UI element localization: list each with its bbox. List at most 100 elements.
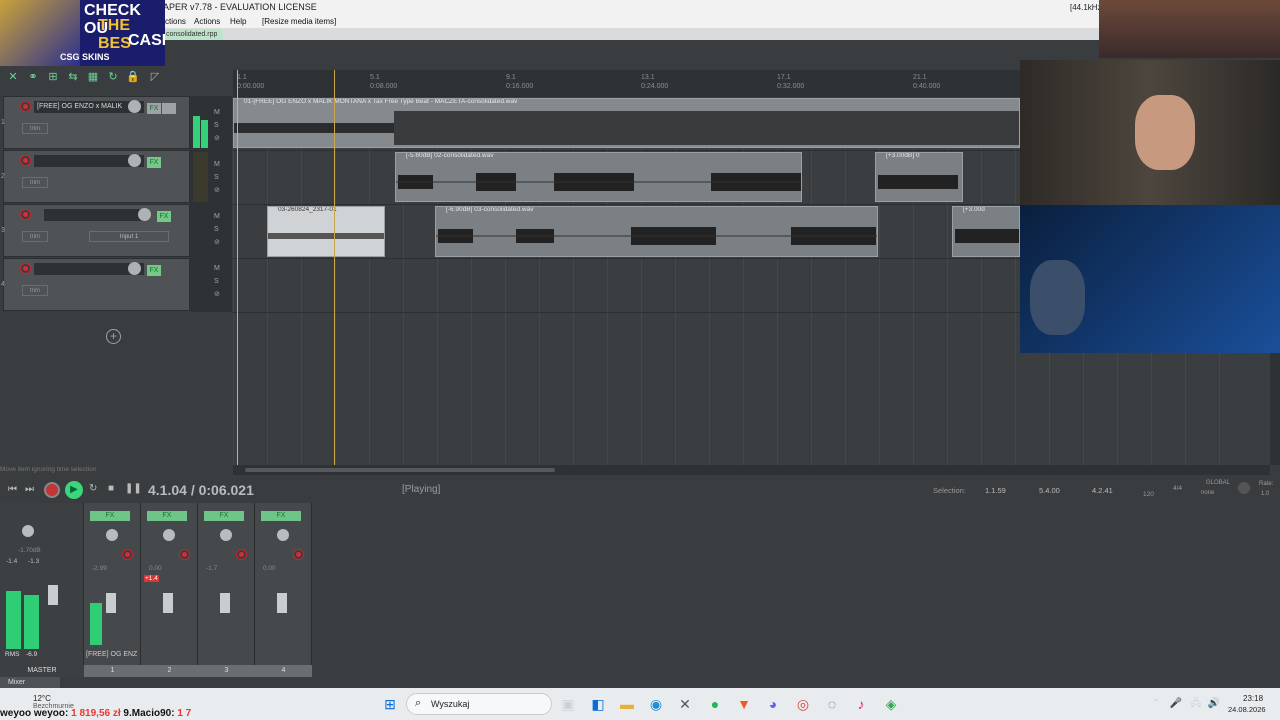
media-item-selected[interactable]: 03-260824_2317-01 — [267, 206, 385, 257]
input-select[interactable]: Input 1 — [89, 231, 169, 242]
master-fader[interactable] — [48, 585, 58, 605]
tempo[interactable]: 120 — [1143, 491, 1154, 498]
tiktok-icon[interactable]: ♪ — [851, 694, 871, 714]
record-arm-button[interactable] — [20, 209, 31, 220]
track-4[interactable]: 4 FX trim — [1, 258, 190, 311]
trim-button[interactable]: trim — [22, 123, 48, 134]
pan-knob[interactable] — [106, 529, 118, 541]
fx-button[interactable]: FX — [261, 511, 301, 521]
windows-start-icon[interactable]: ⊞ — [380, 694, 400, 714]
volume-fader[interactable] — [106, 593, 116, 613]
menu-actions[interactable]: Actions — [194, 17, 220, 26]
record-arm-button[interactable] — [20, 101, 31, 112]
add-track-icon[interactable]: + — [106, 329, 121, 344]
reaper-icon[interactable]: ◈ — [881, 694, 901, 714]
selection-end[interactable]: 5.4.00 — [1039, 486, 1060, 495]
record-arm-button[interactable] — [179, 549, 190, 560]
trim-button[interactable]: trim — [22, 285, 48, 296]
record-arm-button[interactable] — [293, 549, 304, 560]
pan-knob[interactable] — [277, 529, 289, 541]
selection-start[interactable]: 1.1.59 — [985, 486, 1006, 495]
track-3[interactable]: 3 FX trim Input 1 — [1, 204, 190, 257]
volume-icon[interactable]: 🔊 — [1204, 694, 1224, 714]
edge-icon[interactable]: ◉ — [646, 694, 666, 714]
folder-icon[interactable]: ▬ — [617, 694, 637, 714]
network-icon[interactable]: 🖧 — [1186, 694, 1206, 714]
pan-knob[interactable] — [163, 529, 175, 541]
time-signature[interactable]: 4/4 — [1173, 485, 1182, 492]
discord-icon[interactable]: ◕ — [763, 694, 783, 714]
stop-button[interactable]: ■ — [108, 483, 114, 494]
chrome-icon[interactable]: ◎ — [793, 694, 813, 714]
media-item[interactable]: [-6.90dB] 03-consolidated.wav — [435, 206, 878, 257]
trim-button[interactable]: trim — [22, 177, 48, 188]
env-button[interactable] — [162, 103, 176, 114]
task-view-icon[interactable]: ▣ — [558, 694, 578, 714]
track-1[interactable]: 1 [FREE] OG ENZO x MALIK FX trim — [1, 96, 190, 149]
automation-mode[interactable]: none — [1201, 490, 1214, 496]
rate-value[interactable]: 1.0 — [1261, 491, 1269, 497]
snap-icon[interactable]: ⊞ — [46, 70, 60, 84]
rate-knob[interactable] — [1238, 482, 1250, 494]
grid-lines-icon[interactable]: ▦ — [86, 70, 100, 84]
record-button[interactable] — [44, 482, 60, 498]
tray-chevron-icon[interactable]: ⌃ — [1146, 694, 1166, 714]
loop-icon[interactable]: ↻ — [106, 70, 120, 84]
media-item[interactable]: 01-[FREE] OG ENZO x MALIK MONTANA x Tax … — [233, 98, 1020, 148]
microphone-icon[interactable]: 🎤 — [1166, 694, 1186, 714]
grid-icon[interactable]: ✕ — [6, 70, 20, 84]
media-item[interactable]: [+3.00dB] 0 — [875, 152, 963, 202]
obs-icon[interactable]: ◌ — [822, 694, 842, 714]
ripple-icon[interactable]: ⇆ — [66, 70, 80, 84]
link-icon[interactable]: ⚭ — [26, 70, 40, 84]
volume-fader[interactable] — [277, 593, 287, 613]
volume-fader[interactable] — [220, 593, 230, 613]
play-button[interactable]: ▶ — [65, 481, 83, 499]
project-tab[interactable]: consolidated.rpp — [160, 29, 224, 40]
media-item[interactable]: [-5.60dB] 02-consolidated.wav — [395, 152, 802, 202]
fx-button[interactable]: FX — [147, 265, 161, 276]
envelope-icon[interactable]: ◸ — [148, 70, 162, 84]
pan-knob[interactable] — [220, 529, 232, 541]
search-box[interactable]: ⌕ Wyszukaj — [406, 693, 552, 715]
volume-knob[interactable] — [138, 208, 151, 221]
go-start-icon[interactable]: ⏮ — [8, 484, 17, 495]
clock-date[interactable]: 24.08.2026 — [1228, 705, 1266, 714]
volume-knob[interactable] — [128, 262, 141, 275]
store-icon[interactable]: ◧ — [588, 694, 608, 714]
go-end-icon[interactable]: ⏭ — [25, 484, 34, 495]
repeat-icon[interactable]: ↻ — [89, 483, 97, 494]
volume-knob[interactable] — [128, 100, 141, 113]
record-arm-button[interactable] — [20, 155, 31, 166]
fx-button[interactable]: FX — [157, 211, 171, 222]
menu-help[interactable]: Help — [230, 17, 246, 26]
horizontal-scrollbar[interactable] — [233, 465, 1270, 475]
xbox-icon[interactable]: ✕ — [675, 694, 695, 714]
track-2[interactable]: 2 FX trim — [1, 150, 190, 203]
menu-options[interactable]: ctions — [165, 17, 186, 26]
fx-button[interactable]: FX — [147, 157, 161, 168]
fx-button[interactable]: FX — [147, 103, 161, 114]
track-name[interactable] — [44, 209, 144, 221]
fx-button[interactable]: FX — [90, 511, 130, 521]
spotify-icon[interactable]: ● — [705, 694, 725, 714]
record-arm-button[interactable] — [236, 549, 247, 560]
fx-button[interactable]: FX — [147, 511, 187, 521]
pause-button[interactable]: ❚❚ — [125, 483, 142, 494]
record-arm-button[interactable] — [122, 549, 133, 560]
menu-resize-items[interactable]: [Resize media items] — [262, 17, 336, 26]
master-pan-knob[interactable] — [22, 525, 34, 537]
lock-icon[interactable]: 🔒 — [126, 70, 140, 84]
trim-button[interactable]: trim — [22, 231, 48, 242]
rms-value: -6.9 — [26, 651, 38, 658]
fx-button[interactable]: FX — [204, 511, 244, 521]
timeline-ruler[interactable]: 1.1 0:00.000 5.1 0:08.000 9.1 0:16.000 1… — [233, 70, 1020, 96]
selection-length[interactable]: 4.2.41 — [1092, 486, 1113, 495]
volume-knob[interactable] — [128, 154, 141, 167]
clock-time[interactable]: 23:18 — [1243, 694, 1263, 703]
volume-fader[interactable] — [163, 593, 173, 613]
media-item[interactable]: [+3.00d — [952, 206, 1020, 257]
record-arm-button[interactable] — [20, 263, 31, 274]
mixer-tab[interactable]: Mixer — [0, 677, 60, 688]
brave-icon[interactable]: ▼ — [734, 694, 754, 714]
